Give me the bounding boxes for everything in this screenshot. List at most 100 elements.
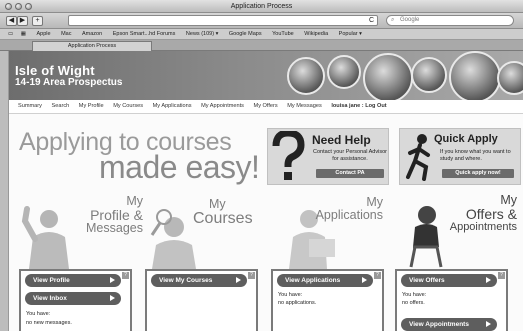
view-offers-button[interactable]: View Offers [401, 274, 497, 287]
applications-title-line: Applications [315, 208, 383, 222]
profile-panel: ? View Profile View Inbox You have: no n… [19, 269, 132, 331]
profile-status-value: no new messages. [26, 320, 72, 326]
arrow-right-icon [110, 295, 115, 301]
site-nav: Summary Search My Profile My Courses My … [9, 100, 523, 114]
help-badge[interactable]: ? [498, 272, 505, 279]
search-field[interactable]: ⌕ Google [386, 15, 514, 26]
quick-apply-box: Quick Apply If you know what you want to… [399, 128, 521, 185]
minimize-window-button[interactable] [15, 3, 22, 10]
student-photo [497, 61, 523, 95]
courses-panel: ? View My Courses [145, 269, 258, 331]
view-applications-button[interactable]: View Applications [277, 274, 373, 287]
bookmark-item[interactable]: Popular ▾ [339, 29, 362, 39]
book-icon[interactable]: ▭ [8, 29, 13, 39]
offers-status-label: You have: [402, 292, 427, 298]
close-window-button[interactable] [5, 3, 12, 10]
bookmark-item[interactable]: Amazon [82, 29, 102, 39]
button-label: View Offers [409, 277, 445, 284]
view-my-courses-button[interactable]: View My Courses [151, 274, 247, 287]
need-help-box: Need Help Contact your Personal Advisor … [267, 128, 389, 185]
forward-button[interactable]: ▶ [17, 16, 28, 26]
button-label: View Inbox [33, 295, 67, 302]
waving-person-illustration [21, 206, 69, 269]
bookmark-item[interactable]: Wikipedia [304, 29, 328, 39]
question-mark-icon [272, 131, 305, 180]
bookmark-item[interactable]: Apple [36, 29, 50, 39]
student-photo [287, 57, 325, 95]
bookmark-item[interactable]: Epson Smart...hd Forums [113, 29, 176, 39]
nav-search[interactable]: Search [52, 100, 70, 113]
arrow-right-icon [486, 277, 491, 283]
user-logout-link[interactable]: louisa jane : Log Out [331, 100, 386, 113]
contact-pa-button[interactable]: Contact PA [316, 169, 384, 178]
grid-icon[interactable]: ▦ [21, 29, 26, 39]
zoom-window-button[interactable] [25, 3, 32, 10]
applications-status-value: no applications. [278, 300, 317, 306]
offers-panel: ? View Offers You have: no offers. View … [395, 269, 508, 331]
button-label: View Profile [33, 277, 70, 284]
back-button[interactable]: ◀ [6, 16, 17, 26]
courses-section-title: My Courses [193, 198, 255, 227]
tab-application-process[interactable]: Application Process [32, 41, 152, 51]
help-badge[interactable]: ? [248, 272, 255, 279]
nav-summary[interactable]: Summary [18, 100, 42, 113]
nav-my-courses[interactable]: My Courses [113, 100, 143, 113]
help-badge[interactable]: ? [122, 272, 129, 279]
bookmark-item[interactable]: News (109) ▾ [186, 29, 218, 39]
web-page: Isle of Wight 14-19 Area Prospectus Summ… [8, 51, 523, 331]
applications-panel: ? View Applications You have: no applica… [271, 269, 384, 331]
offers-section-title: My Offers & Appointments [439, 194, 517, 234]
student-photo [411, 57, 447, 93]
offers-title-line: Offers & [465, 206, 517, 222]
quick-apply-button[interactable]: Quick apply now! [442, 169, 514, 178]
magnifier-icon: ⌕ [391, 17, 395, 23]
student-photo [327, 55, 361, 89]
reload-icon[interactable]: C [369, 16, 374, 25]
nav-my-offers[interactable]: My Offers [254, 100, 278, 113]
applications-section-title: My Applications [311, 196, 383, 222]
bookmark-item[interactable]: Mac [61, 29, 71, 39]
student-photo [363, 53, 413, 100]
nav-my-profile[interactable]: My Profile [79, 100, 104, 113]
button-label: View My Courses [159, 277, 213, 284]
bookmarks-bar: ▭ ▦ Apple Mac Amazon Epson Smart...hd Fo… [0, 29, 523, 40]
view-inbox-button[interactable]: View Inbox [25, 292, 121, 305]
site-subtitle: 14-19 Area Prospectus [15, 77, 123, 88]
nav-my-applications[interactable]: My Applications [153, 100, 192, 113]
site-title[interactable]: Isle of Wight [15, 63, 95, 78]
offers-title-line: Appointments [449, 221, 517, 233]
arrow-right-icon [110, 277, 115, 283]
bookmark-item[interactable]: Google Maps [229, 29, 262, 39]
courses-title-line: Courses [193, 210, 253, 227]
tab-bar: Application Process [0, 40, 523, 51]
quick-apply-title: Quick Apply [434, 133, 498, 145]
help-badge[interactable]: ? [374, 272, 381, 279]
need-help-title: Need Help [312, 133, 371, 147]
arrow-right-icon [362, 277, 367, 283]
add-bookmark-button[interactable]: + [32, 16, 43, 26]
running-figure-icon [406, 134, 430, 181]
profile-status-label: You have: [26, 311, 51, 317]
view-profile-button[interactable]: View Profile [25, 274, 121, 287]
button-label: View Appointments [409, 321, 469, 328]
applications-status-label: You have: [278, 292, 303, 298]
quick-apply-text: If you know what you want to study and w… [440, 149, 511, 162]
address-bar[interactable]: C [68, 15, 378, 26]
browser-toolbar: ◀ ▶ + C ⌕ Google [0, 13, 523, 29]
arrow-right-icon [236, 277, 241, 283]
nav-my-appointments[interactable]: My Appointments [201, 100, 244, 113]
window-title: Application Process [230, 3, 293, 10]
nav-my-messages[interactable]: My Messages [287, 100, 322, 113]
view-appointments-button[interactable]: View Appointments [401, 318, 497, 331]
button-label: View Applications [285, 277, 341, 284]
window-titlebar: Application Process [0, 0, 523, 13]
profile-section-title: My Profile & Messages [79, 195, 143, 235]
offers-status-value: no offers. [402, 300, 425, 306]
search-placeholder: Google [400, 17, 420, 23]
arrow-right-icon [486, 321, 491, 327]
need-help-text: Contact your Personal Advisor for assist… [313, 149, 387, 162]
student-photo [449, 51, 501, 100]
hero-line-2: made easy! [99, 149, 260, 185]
bookmark-item[interactable]: YouTube [272, 29, 294, 39]
site-header: Isle of Wight 14-19 Area Prospectus [9, 51, 523, 100]
